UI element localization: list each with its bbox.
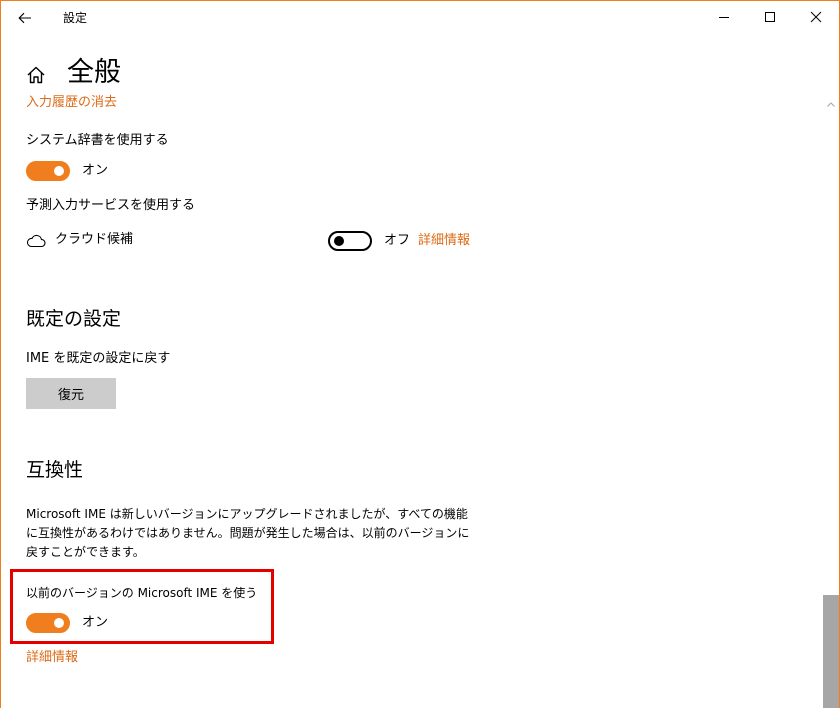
settings-window: 設定 全般 入力履歴の消去 システム辞書を使用する オン 予測入力サービスを使用… bbox=[0, 0, 840, 708]
predictive-input-label: 予測入力サービスを使用する bbox=[26, 198, 196, 213]
system-dictionary-toggle-state: オン bbox=[82, 163, 109, 178]
close-button[interactable] bbox=[793, 1, 839, 33]
scroll-up-arrow-icon bbox=[826, 101, 835, 107]
previous-version-toggle[interactable] bbox=[26, 613, 70, 633]
cloud-icon bbox=[26, 234, 46, 248]
compatibility-description: Microsoft IME は新しいバージョンにアップグレードされましたが、すべ… bbox=[26, 507, 470, 559]
default-settings-heading: 既定の設定 bbox=[26, 308, 122, 330]
predictive-details-link[interactable]: 詳細情報 bbox=[418, 232, 470, 250]
back-arrow-icon bbox=[18, 12, 31, 24]
window-title: 設定 bbox=[63, 11, 88, 25]
toggle-knob bbox=[334, 236, 344, 246]
home-button[interactable] bbox=[25, 64, 47, 86]
maximize-button[interactable] bbox=[747, 1, 793, 33]
maximize-icon bbox=[765, 12, 775, 22]
title-bar: 設定 bbox=[1, 1, 839, 35]
reset-ime-label: IME を既定の設定に戻す bbox=[26, 351, 171, 366]
scrollbar-thumb[interactable] bbox=[823, 595, 839, 708]
scroll-up-button[interactable] bbox=[822, 97, 839, 111]
restore-button[interactable]: 復元 bbox=[26, 378, 116, 409]
clear-input-history-link[interactable]: 入力履歴の消去 bbox=[26, 94, 117, 112]
compatibility-heading: 互換性 bbox=[26, 459, 84, 481]
home-icon bbox=[27, 66, 45, 84]
compatibility-details-link[interactable]: 詳細情報 bbox=[26, 649, 78, 667]
system-dictionary-toggle[interactable] bbox=[26, 161, 70, 181]
system-dictionary-label: システム辞書を使用する bbox=[26, 133, 169, 148]
minimize-icon bbox=[719, 17, 729, 18]
cloud-candidates-toggle[interactable] bbox=[328, 231, 372, 251]
previous-version-toggle-state: オン bbox=[82, 615, 109, 630]
toggle-knob bbox=[54, 618, 64, 628]
toggle-knob bbox=[54, 166, 64, 176]
cloud-candidates-toggle-state: オフ bbox=[384, 233, 411, 248]
previous-version-label: 以前のバージョンの Microsoft IME を使う bbox=[26, 586, 258, 600]
cloud-candidates-label: クラウド候補 bbox=[55, 232, 134, 247]
minimize-button[interactable] bbox=[701, 1, 747, 33]
page-title: 全般 bbox=[67, 57, 121, 88]
back-button[interactable] bbox=[11, 5, 39, 31]
close-icon bbox=[810, 11, 822, 23]
vertical-scrollbar[interactable] bbox=[822, 97, 839, 708]
